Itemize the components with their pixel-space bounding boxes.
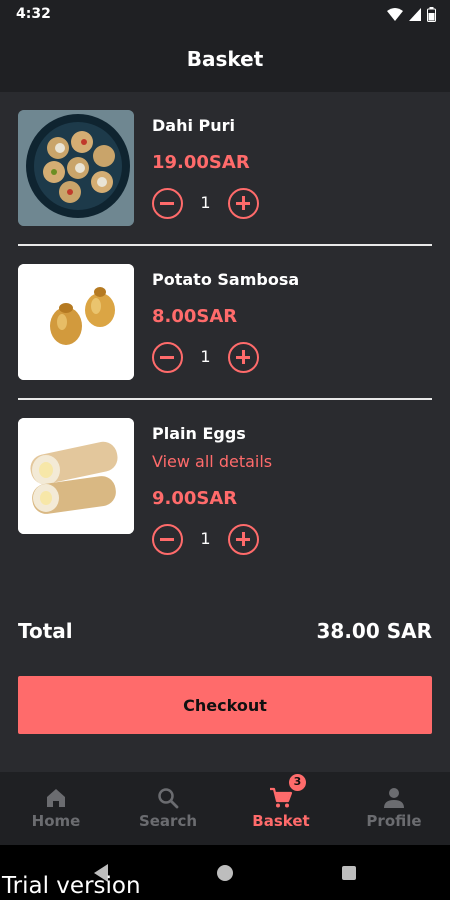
decrease-quantity-button[interactable] — [152, 188, 183, 219]
item-price: 9.00SAR — [152, 488, 238, 509]
checkout-label: Checkout — [183, 695, 267, 715]
quantity-value: 1 — [200, 193, 211, 212]
divider — [18, 244, 432, 246]
nav-label: Home — [31, 812, 81, 830]
home-circle-icon[interactable] — [216, 864, 234, 882]
status-time: 4:32 — [16, 6, 51, 22]
item-name: Dahi Puri — [152, 116, 236, 135]
decrease-quantity-button[interactable] — [152, 342, 183, 373]
dahi-puri-photo — [18, 110, 134, 226]
status-bar: 4:32 — [0, 0, 450, 30]
quantity-stepper: 1 — [152, 524, 262, 556]
trial-watermark: Trial version — [2, 873, 141, 899]
recents-icon[interactable] — [341, 865, 357, 881]
signal-icon — [409, 7, 421, 21]
quantity-stepper: 1 — [152, 188, 262, 220]
sambosa-photo — [18, 264, 134, 380]
increase-quantity-button[interactable] — [228, 188, 259, 219]
nav-label: Search — [138, 812, 198, 830]
cart-count-badge: 3 — [288, 773, 307, 792]
quantity-stepper: 1 — [152, 342, 262, 374]
increase-quantity-button[interactable] — [228, 524, 259, 555]
status-icons — [387, 7, 436, 22]
divider — [18, 398, 432, 400]
nav-label: Basket — [252, 812, 310, 830]
increase-quantity-button[interactable] — [228, 342, 259, 373]
battery-icon — [427, 7, 436, 22]
item-name: Potato Sambosa — [152, 270, 300, 289]
total-value: 38.00 SAR — [316, 619, 432, 643]
item-price: 8.00SAR — [152, 306, 238, 327]
app-header: Basket — [0, 30, 450, 92]
quantity-value: 1 — [200, 529, 211, 548]
nav-label: Profile — [366, 812, 422, 830]
egg-wrap-photo — [18, 418, 134, 534]
page-title: Basket — [186, 47, 264, 71]
nav-basket[interactable]: Basket — [225, 772, 337, 845]
decrease-quantity-button[interactable] — [152, 524, 183, 555]
search-icon — [158, 788, 179, 809]
item-name: Plain Eggs — [152, 424, 246, 443]
home-icon — [47, 789, 65, 807]
total-label: Total — [18, 619, 73, 643]
person-icon — [384, 788, 404, 808]
nav-search[interactable]: Search — [112, 772, 224, 845]
item-price: 19.00SAR — [152, 152, 250, 173]
checkout-button[interactable]: Checkout — [18, 676, 432, 734]
nav-profile[interactable]: Profile — [338, 772, 450, 845]
wifi-icon — [387, 7, 403, 21]
view-details-link[interactable]: View all details — [152, 452, 272, 471]
cart-icon — [270, 787, 293, 808]
bottom-nav: Home Search Basket Profile — [0, 772, 450, 845]
quantity-value: 1 — [200, 347, 211, 366]
nav-home[interactable]: Home — [0, 772, 112, 845]
